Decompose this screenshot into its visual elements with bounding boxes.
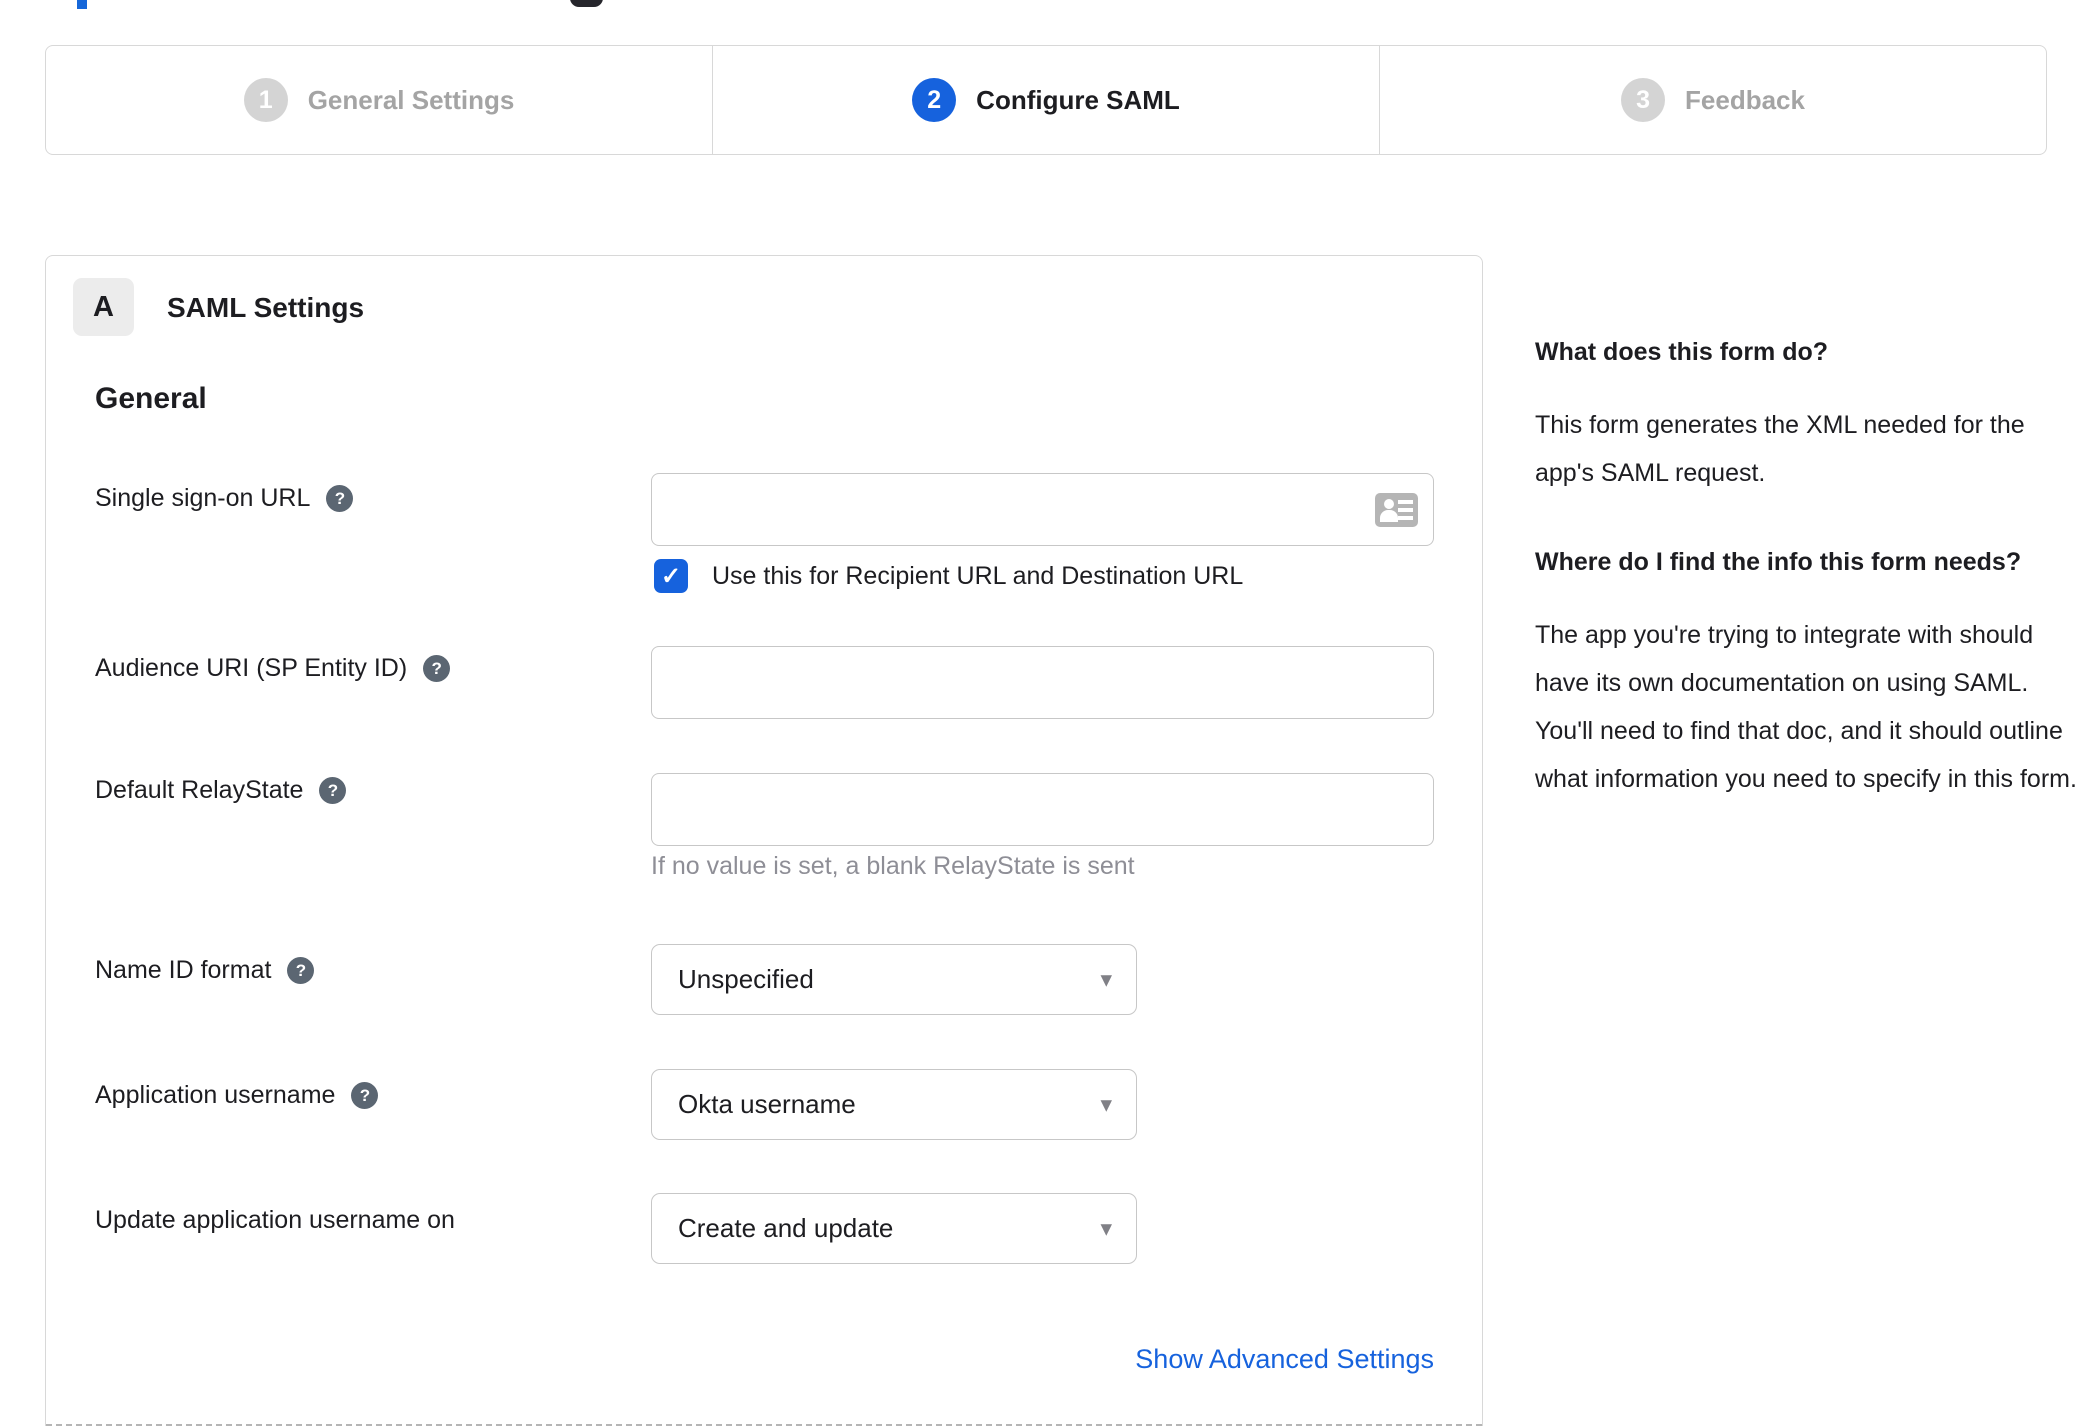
step-feedback[interactable]: 3 Feedback <box>1379 46 2046 154</box>
recipient-url-checkbox-label: Use this for Recipient URL and Destinati… <box>712 561 1244 590</box>
sso-url-label: Single sign-on URL ? <box>95 484 354 513</box>
step-label: General Settings <box>307 84 515 115</box>
section-a-badge: A <box>73 278 134 336</box>
audience-uri-input[interactable] <box>651 646 1434 719</box>
selected-value: Create and update <box>678 1213 894 1243</box>
selected-value: Okta username <box>678 1089 856 1119</box>
wizard-stepper: 1 General Settings 2 Configure SAML 3 Fe… <box>45 45 2047 155</box>
show-advanced-settings-link[interactable]: Show Advanced Settings <box>1135 1344 1434 1375</box>
audience-uri-input-wrap <box>651 646 1434 719</box>
sidebar-answer-1: This form generates the XML needed for t… <box>1535 411 2025 487</box>
relay-state-input[interactable] <box>651 773 1434 846</box>
checkmark-icon: ✓ <box>660 562 682 590</box>
step-number-badge: 2 <box>912 78 957 122</box>
relay-state-label: Default RelayState ? <box>95 776 347 805</box>
cropped-icon-fragment <box>570 0 603 7</box>
sso-url-input-wrap <box>651 473 1434 546</box>
help-sidebar: What does this form do? This form genera… <box>1535 333 2080 849</box>
help-icon[interactable]: ? <box>319 777 347 804</box>
step-configure-saml[interactable]: 2 Configure SAML <box>712 46 1379 154</box>
step-general-settings[interactable]: 1 General Settings <box>46 46 712 154</box>
help-icon[interactable]: ? <box>287 957 315 984</box>
selected-value: Unspecified <box>678 964 814 994</box>
help-icon[interactable]: ? <box>326 485 354 512</box>
recipient-url-checkbox-row: ✓ Use this for Recipient URL and Destina… <box>654 559 1243 593</box>
recipient-url-checkbox[interactable]: ✓ <box>654 559 688 593</box>
help-icon[interactable]: ? <box>423 655 451 682</box>
contact-card-icon[interactable] <box>1375 492 1418 527</box>
update-app-username-label: Update application username on <box>95 1206 455 1234</box>
sidebar-answer-2: The app you're trying to integrate with … <box>1535 621 2077 793</box>
step-label: Feedback <box>1685 84 1805 115</box>
sso-url-input[interactable] <box>651 473 1434 546</box>
relay-state-input-wrap <box>651 773 1434 846</box>
section-title: SAML Settings <box>167 292 365 323</box>
app-username-label: Application username ? <box>95 1081 379 1110</box>
caret-down-icon: ▾ <box>1100 1215 1112 1241</box>
sidebar-question-1: What does this form do? <box>1535 338 1829 366</box>
group-title-general: General <box>95 382 207 415</box>
step-number-badge: 1 <box>243 78 288 122</box>
relay-state-hint: If no value is set, a blank RelayState i… <box>651 852 1135 880</box>
cropped-logo-fragment <box>77 0 87 9</box>
caret-down-icon: ▾ <box>1100 1091 1112 1117</box>
update-app-username-select[interactable]: Create and update ▾ <box>651 1193 1137 1264</box>
caret-down-icon: ▾ <box>1100 966 1112 992</box>
step-number-badge: 3 <box>1621 78 1666 122</box>
name-id-format-select[interactable]: Unspecified ▾ <box>651 944 1137 1015</box>
help-icon[interactable]: ? <box>351 1082 379 1109</box>
step-label: Configure SAML <box>976 84 1180 115</box>
saml-settings-panel: A SAML Settings General Single sign-on U… <box>45 255 1483 1426</box>
audience-uri-label: Audience URI (SP Entity ID) ? <box>95 654 451 683</box>
name-id-format-label: Name ID format ? <box>95 956 315 985</box>
sidebar-question-2: Where do I find the info this form needs… <box>1535 548 2022 576</box>
app-username-select[interactable]: Okta username ▾ <box>651 1069 1137 1140</box>
